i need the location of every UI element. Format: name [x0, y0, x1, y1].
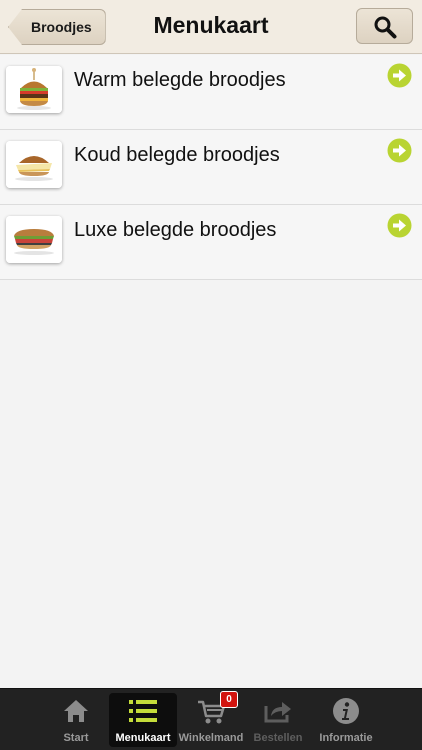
list-icon: [129, 700, 157, 722]
cart-count-badge: 0: [220, 691, 238, 708]
burger-thumbnail: [6, 66, 62, 113]
baguette-sandwich-thumbnail: [6, 216, 62, 263]
list-item-koud-belegde-broodjes[interactable]: Koud belegde broodjes: [0, 130, 422, 205]
back-button[interactable]: Broodjes: [8, 9, 106, 45]
list-item-label: Warm belegde broodjes: [74, 69, 286, 91]
arrow-right-circle-icon[interactable]: [387, 138, 412, 163]
category-list: Warm belegde broodjes Koud belegde brood…: [0, 55, 422, 280]
bun-sandwich-thumbnail: [6, 141, 62, 188]
tab-bar: Start Menukaart 0 Winkelmand Bestellen I…: [0, 688, 422, 750]
arrow-right-circle-icon[interactable]: [387, 213, 412, 238]
home-icon: [64, 700, 88, 722]
arrow-right-circle-icon[interactable]: [387, 63, 412, 88]
tab-label: Informatie: [319, 732, 373, 744]
search-icon: [374, 16, 397, 39]
share-icon: [264, 702, 291, 723]
tab-informatie[interactable]: Informatie: [312, 693, 380, 747]
list-item-label: Luxe belegde broodjes: [74, 219, 277, 241]
navigation-bar: Broodjes Menukaart: [0, 0, 422, 54]
list-item-luxe-belegde-broodjes[interactable]: Luxe belegde broodjes: [0, 205, 422, 280]
search-button[interactable]: [356, 8, 413, 44]
info-icon: [333, 698, 359, 724]
list-item-warm-belegde-broodjes[interactable]: Warm belegde broodjes: [0, 55, 422, 130]
list-item-label: Koud belegde broodjes: [74, 144, 280, 166]
